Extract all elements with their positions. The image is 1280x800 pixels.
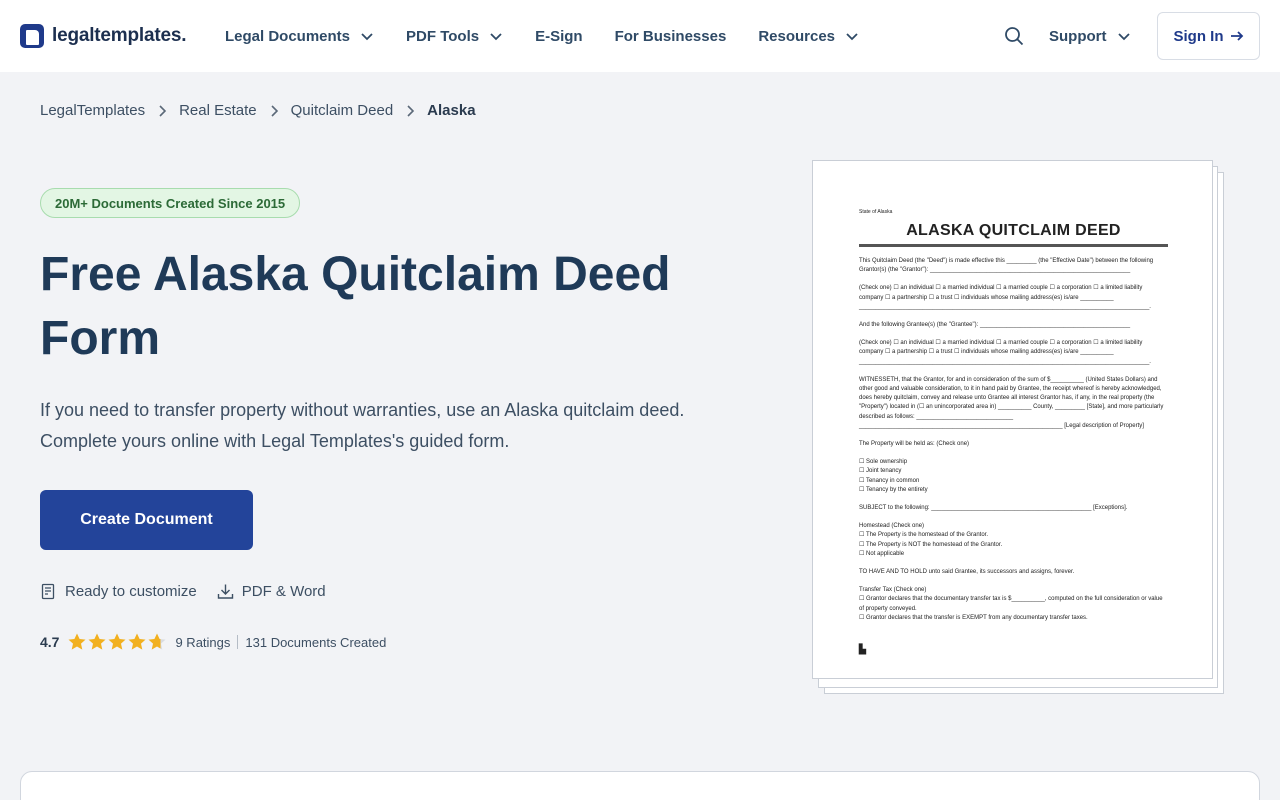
chevron-down-icon: [846, 33, 858, 41]
chevron-right-icon: [407, 104, 415, 117]
feature-list: Ready to customize PDF & Word: [40, 583, 346, 600]
sign-in-label: Sign In: [1173, 27, 1224, 45]
logo-text: legaltemplates.: [52, 25, 187, 46]
document-state-label: State of Alaska: [859, 209, 893, 215]
document-paragraph: This Quitclaim Deed (the "Deed") is made…: [859, 258, 1154, 274]
title-rule: [859, 244, 1168, 247]
breadcrumb-link-quitclaim-deed[interactable]: Quitclaim Deed: [291, 102, 394, 119]
content-card: [20, 771, 1260, 800]
feature-label: Ready to customize: [65, 583, 197, 600]
breadcrumb: LegalTemplates Real Estate Quitclaim Dee…: [40, 102, 476, 119]
nav-label: Legal Documents: [225, 27, 351, 45]
document-paragraph: Homestead (Check one) ☐ The Property is …: [859, 523, 1003, 557]
divider: [237, 635, 239, 649]
document-paragraph: SUBJECT to the following: ______________…: [859, 505, 1128, 512]
nav-resources[interactable]: Resources: [758, 28, 859, 45]
create-document-button[interactable]: Create Document: [40, 490, 253, 550]
logo-icon: [20, 24, 44, 48]
nav-pdf-tools[interactable]: PDF Tools: [406, 28, 503, 45]
download-icon: [217, 584, 233, 599]
page-subtitle: If you need to transfer property without…: [40, 400, 685, 451]
nav-label: Resources: [758, 27, 836, 45]
chevron-down-icon: [361, 33, 373, 41]
document-title: ALASKA QUITCLAIM DEED: [906, 222, 1121, 239]
nav-for-businesses[interactable]: For Businesses: [615, 28, 727, 45]
document-paragraph: (Check one) ☐ an individual ☐ a married …: [859, 285, 1151, 310]
document-paragraph: (Check one) ☐ an individual ☐ a married …: [859, 340, 1151, 365]
document-paragraph: TO HAVE AND TO HOLD unto said Grantee, i…: [859, 569, 1075, 576]
breadcrumb-link-legaltemplates[interactable]: LegalTemplates: [40, 102, 145, 119]
star-icon: [68, 633, 86, 650]
breadcrumb-link-real-estate[interactable]: Real Estate: [179, 102, 257, 119]
document-body: This Quitclaim Deed (the "Deed") is made…: [859, 257, 1168, 623]
rating-score: 4.7: [40, 634, 60, 650]
search-icon[interactable]: [1004, 26, 1024, 46]
document-preview[interactable]: State of Alaska ALASKA QUITCLAIM DEED Th…: [812, 160, 1226, 696]
document-paragraph: ☐ Sole ownership ☐ Joint tenancy ☐ Tenan…: [859, 459, 928, 493]
support-menu[interactable]: Support: [1049, 0, 1131, 72]
sign-in-button[interactable]: Sign In: [1157, 12, 1260, 60]
page-title: Free Alaska Quitclaim Deed Form: [40, 248, 671, 365]
documents-created-count: 131 Documents Created: [245, 634, 387, 650]
chevron-right-icon: [271, 104, 278, 117]
star-icon: [148, 633, 166, 650]
support-label: Support: [1049, 27, 1107, 45]
feature-label: PDF & Word: [241, 583, 326, 600]
feature-ready-to-customize: Ready to customize: [40, 583, 197, 600]
chevron-down-icon: [1117, 33, 1130, 41]
legaltemplates-watermark-icon: ▙: [859, 644, 866, 654]
site-header: legaltemplates. Legal Documents PDF Tool…: [0, 0, 1280, 72]
arrow-right-icon: [1230, 31, 1243, 41]
document-paragraph: Transfer Tax (Check one) ☐ Grantor decla…: [859, 587, 1163, 621]
breadcrumb-current: Alaska: [427, 102, 476, 119]
nav-label: PDF Tools: [406, 27, 480, 45]
nav-e-sign[interactable]: E-Sign: [535, 28, 583, 45]
document-paragraph: WITNESSETH, that the Grantor, for and in…: [859, 376, 1164, 429]
chevron-down-icon: [490, 33, 502, 41]
document-edit-icon: [41, 583, 55, 600]
feature-pdf-word: PDF & Word: [217, 583, 326, 600]
document-paragraph: The Property will be held as: (Check one…: [859, 441, 970, 448]
rating-summary: 4.7 9 Ratings 131 Documents Created: [40, 632, 386, 652]
chevron-right-icon: [159, 104, 167, 117]
nav-label: For Businesses: [614, 27, 727, 45]
star-icon: [88, 633, 106, 650]
document-page: State of Alaska ALASKA QUITCLAIM DEED Th…: [812, 160, 1213, 679]
documents-created-badge: 20M+ Documents Created Since 2015: [40, 188, 301, 218]
document-paragraph: And the following Grantee(s) (the "Grant…: [859, 322, 1131, 329]
ratings-count[interactable]: 9 Ratings: [175, 635, 230, 650]
logo[interactable]: legaltemplates.: [20, 24, 186, 48]
star-rating: [67, 632, 167, 652]
star-icon: [128, 633, 146, 650]
nav-label: E-Sign: [535, 27, 583, 45]
star-icon: [108, 633, 126, 650]
nav-legal-documents[interactable]: Legal Documents: [225, 28, 374, 45]
main-nav: Legal Documents PDF Tools E-Sign For Bus…: [225, 0, 891, 72]
